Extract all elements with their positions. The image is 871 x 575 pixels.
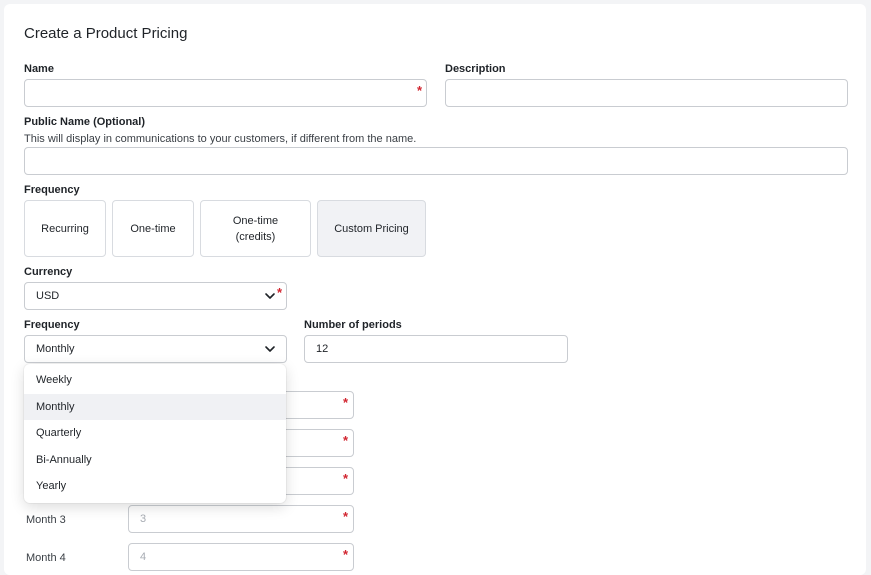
chevron-down-icon — [265, 293, 275, 299]
frequency-dropdown-menu: Weekly Monthly Quarterly Bi-Annually Yea… — [24, 364, 286, 503]
page-title: Create a Product Pricing — [24, 25, 188, 42]
name-label: Name — [24, 63, 54, 75]
required-marker: * — [343, 395, 349, 410]
create-pricing-card: Create a Product Pricing Name * Descript… — [4, 4, 866, 575]
description-label: Description — [445, 63, 506, 75]
frequency-value: Monthly — [36, 343, 75, 355]
frequency-select[interactable]: Monthly — [24, 335, 287, 363]
month-4-required-marker: * — [343, 547, 349, 562]
periods-input[interactable]: 12 — [304, 335, 568, 363]
month-4-input[interactable]: 4 — [128, 543, 354, 571]
periods-value: 12 — [316, 343, 329, 355]
currency-value: USD — [36, 290, 60, 302]
chevron-down-icon — [265, 346, 275, 352]
required-marker: * — [343, 433, 349, 448]
frequency-option-one-time-credits[interactable]: One-time (credits) — [200, 200, 311, 257]
frequency-label: Frequency — [24, 319, 80, 331]
name-input[interactable] — [24, 79, 427, 107]
currency-required-marker: * — [277, 285, 283, 300]
description-input[interactable] — [445, 79, 848, 107]
dropdown-option-monthly[interactable]: Monthly — [24, 393, 286, 420]
periods-label: Number of periods — [304, 319, 402, 331]
month-3-placeholder: 3 — [140, 513, 147, 525]
month-3-input[interactable]: 3 — [128, 505, 354, 533]
currency-label: Currency — [24, 266, 73, 278]
frequency-option-one-time[interactable]: One-time — [112, 200, 194, 257]
public-name-help: This will display in communications to y… — [24, 133, 417, 145]
month-3-label: Month 3 — [26, 514, 66, 526]
month-4-label: Month 4 — [26, 552, 66, 564]
dropdown-option-quarterly[interactable]: Quarterly — [24, 420, 286, 447]
dropdown-option-bi-annually[interactable]: Bi-Annually — [24, 447, 286, 474]
name-required-marker: * — [417, 83, 423, 98]
required-marker: * — [343, 471, 349, 486]
frequency-option-recurring[interactable]: Recurring — [24, 200, 106, 257]
dropdown-option-weekly[interactable]: Weekly — [24, 367, 286, 394]
dropdown-option-yearly[interactable]: Yearly — [24, 473, 286, 500]
month-4-placeholder: 4 — [140, 551, 147, 563]
public-name-label: Public Name (Optional) — [24, 116, 146, 128]
currency-select[interactable]: USD — [24, 282, 287, 310]
public-name-input[interactable] — [24, 147, 848, 175]
frequency-type-label: Frequency — [24, 184, 80, 196]
month-3-required-marker: * — [343, 509, 349, 524]
frequency-option-custom-pricing[interactable]: Custom Pricing — [317, 200, 426, 257]
